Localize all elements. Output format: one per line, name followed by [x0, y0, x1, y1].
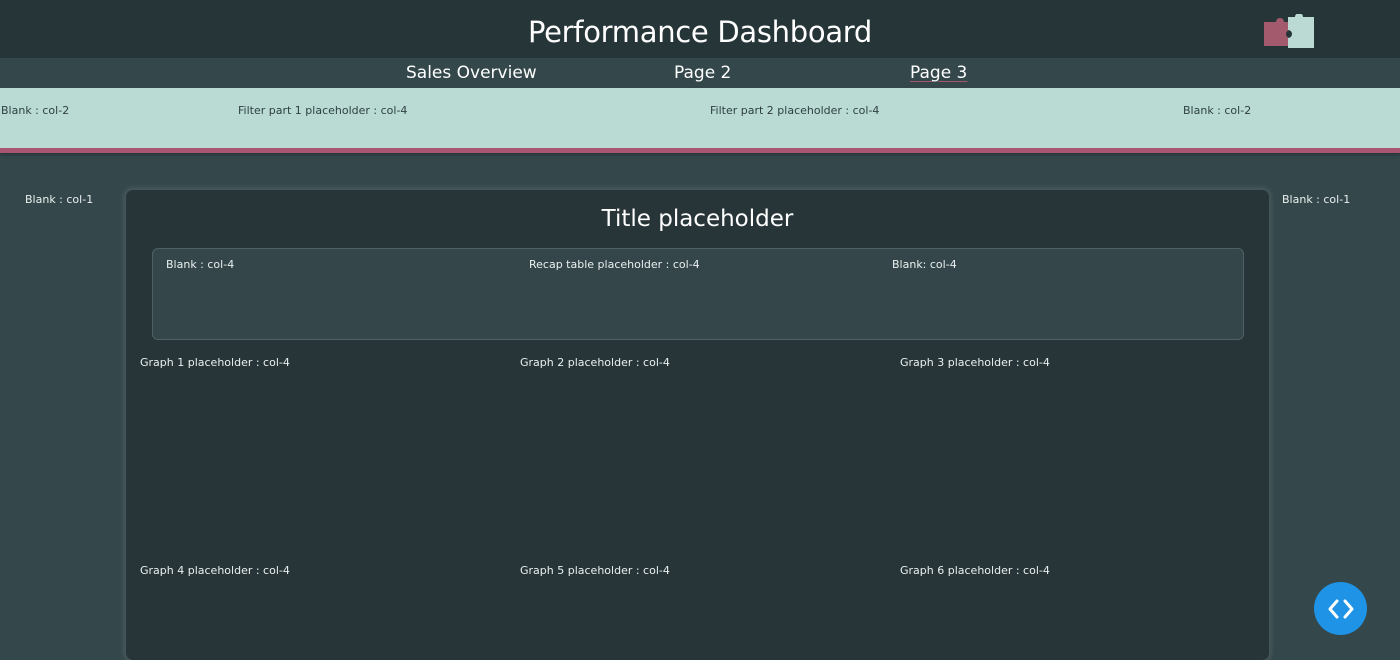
page-title: Performance Dashboard [527, 15, 873, 49]
nav-bar: Sales Overview Page 2 Page 3 [0, 58, 1400, 88]
top-header: Performance Dashboard [0, 0, 1400, 58]
filter-band: Blank : col-2 Filter part 1 placeholder … [0, 88, 1400, 153]
puzzle-pieces-icon [1264, 14, 1314, 48]
code-toggle-button[interactable] [1314, 582, 1367, 635]
graph-6-placeholder: Graph 6 placeholder : col-4 [900, 564, 1050, 577]
recap-row: Blank : col-4 Recap table placeholder : … [152, 248, 1244, 340]
graph-1-placeholder: Graph 1 placeholder : col-4 [140, 356, 290, 369]
recap-table-placeholder: Recap table placeholder : col-4 [529, 258, 700, 271]
main-card: Title placeholder Blank : col-4 Recap ta… [126, 190, 1269, 660]
filter-blank-right: Blank : col-2 [1183, 104, 1252, 117]
recap-blank-left: Blank : col-4 [166, 258, 235, 271]
side-blank-left: Blank : col-1 [25, 193, 94, 206]
nav-link-sales-overview[interactable]: Sales Overview [406, 62, 537, 84]
nav-link-page-3[interactable]: Page 3 [910, 62, 967, 84]
graph-4-placeholder: Graph 4 placeholder : col-4 [140, 564, 290, 577]
filter-part-2-placeholder: Filter part 2 placeholder : col-4 [710, 104, 880, 117]
recap-blank-right: Blank: col-4 [892, 258, 957, 271]
nav-link-page-2[interactable]: Page 2 [674, 62, 731, 84]
filter-part-1-placeholder: Filter part 1 placeholder : col-4 [238, 104, 408, 117]
code-chevrons-icon [1328, 599, 1353, 618]
graph-2-placeholder: Graph 2 placeholder : col-4 [520, 356, 670, 369]
graph-5-placeholder: Graph 5 placeholder : col-4 [520, 564, 670, 577]
filter-blank-left: Blank : col-2 [1, 104, 70, 117]
card-title: Title placeholder [601, 206, 794, 232]
side-blank-right: Blank : col-1 [1282, 193, 1351, 206]
graph-3-placeholder: Graph 3 placeholder : col-4 [900, 356, 1050, 369]
